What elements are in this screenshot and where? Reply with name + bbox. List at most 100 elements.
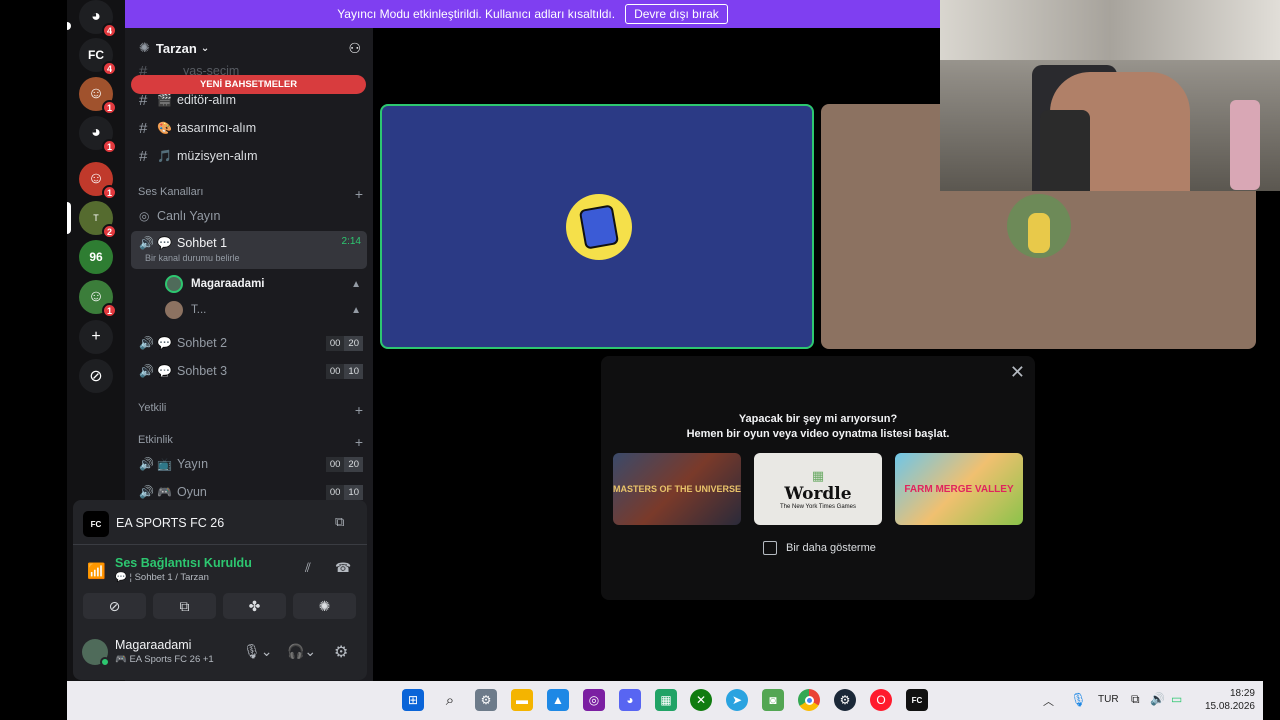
new-mentions-pill[interactable]: YENİ BAHSETMELER: [131, 75, 366, 94]
volume-icon[interactable]: 🔊: [1150, 692, 1165, 706]
avatar[interactable]: [82, 639, 110, 667]
chrome-app[interactable]: [798, 689, 820, 711]
discord-app[interactable]: ◕: [619, 689, 641, 711]
channel-sohbet-1[interactable]: 🔊 💬 Sohbet 1 Bir kanal durumu belirle 2:…: [131, 231, 367, 269]
unread-pill: [67, 22, 71, 30]
avatar: [165, 301, 183, 319]
android-icon: ◙: [769, 693, 777, 707]
steam-app[interactable]: ⚙: [834, 689, 856, 711]
app-icon[interactable]: ◎: [583, 689, 605, 711]
disconnect-icon[interactable]: ☎: [335, 560, 351, 576]
screen-share-icon: ⧉: [179, 597, 190, 614]
category-voice[interactable]: Ses Kanalları +: [138, 186, 363, 202]
language-indicator[interactable]: TUR: [1098, 694, 1119, 705]
server-icon-discord-2[interactable]: ◕ 1: [79, 116, 117, 154]
category-label: Ses Kanalları: [138, 186, 204, 198]
game-card-wordle[interactable]: ▦ Wordle The New York Times Games: [754, 453, 882, 525]
activity-suggestion-popup: ✕ Yapacak bir şey mi arıyorsun? Hemen bi…: [601, 356, 1035, 600]
game-card-masters[interactable]: MASTERS OF THE UNIVERSE: [613, 453, 741, 525]
user-limit-badge: 00 10: [325, 484, 363, 500]
popup-line-1: Yapacak bir şey mi arıyorsun?: [738, 413, 898, 425]
headphones-icon[interactable]: 🎧⌄: [287, 643, 316, 660]
channel-musician[interactable]: # 🎵 müzisyen-alım: [131, 143, 367, 169]
network-icon[interactable]: ⧉: [1131, 692, 1140, 707]
voice-member[interactable]: Magaraadami ▲: [131, 271, 367, 297]
excel-app[interactable]: ▦: [655, 689, 677, 711]
server-icon-avatar-1[interactable]: ☺ 1: [79, 77, 117, 115]
server-icon-fc[interactable]: FC 4: [79, 38, 117, 76]
channel-yayin[interactable]: 🔊 📺 Yayın 00 20: [131, 451, 367, 477]
tray-chevron-icon[interactable]: ︿: [1043, 693, 1054, 709]
invite-icon[interactable]: ⚇: [348, 40, 361, 57]
soundboard-button[interactable]: ✺: [293, 593, 356, 619]
microphone-icon[interactable]: 🎙⌄: [243, 643, 273, 660]
category-label: Yetkili: [138, 402, 167, 414]
checkbox[interactable]: [763, 541, 777, 555]
dont-show-again[interactable]: Bir daha gösterme: [763, 541, 876, 555]
discover-button[interactable]: ⊘: [79, 359, 113, 393]
start-button[interactable]: ⊞: [402, 689, 424, 711]
settings-gear-icon[interactable]: ⚙: [334, 642, 348, 662]
tarzan-icon: T: [93, 213, 99, 223]
clock[interactable]: 18:29 15.08.2026: [1195, 687, 1255, 713]
add-channel-icon[interactable]: +: [355, 434, 363, 450]
cursor-hand-icon: ☝: [160, 364, 169, 380]
participant-tile-speaking[interactable]: [380, 104, 814, 349]
fc-app[interactable]: FC: [906, 689, 928, 711]
disable-streamer-mode-button[interactable]: Devre dışı bırak: [625, 4, 728, 24]
activities-button[interactable]: ✤: [223, 593, 286, 619]
add-channel-icon[interactable]: +: [355, 402, 363, 418]
discord-icon: ◕: [91, 124, 101, 141]
online-status-dot: [100, 657, 110, 667]
sheet-icon: ▦: [660, 693, 672, 707]
xbox-app[interactable]: ✕: [690, 689, 712, 711]
stage-icon: ◎: [139, 209, 150, 223]
telegram-app[interactable]: ➤: [726, 689, 748, 711]
camera-off-icon: ⊘: [108, 597, 121, 614]
search-button[interactable]: ⌕: [439, 689, 461, 711]
battery-icon[interactable]: ▭: [1171, 692, 1182, 706]
app-glyph-icon: ◎: [588, 693, 600, 707]
channel-designer[interactable]: # 🎨 tasarımcı-alım: [131, 115, 367, 141]
server-badge: 4: [102, 61, 117, 76]
user-limit-badge: 00 10: [325, 363, 363, 379]
server-icon-tarzan[interactable]: T 2: [79, 201, 117, 239]
gear-icon: ⚙: [480, 693, 492, 707]
server-icon-avatar-3[interactable]: ☺ 1: [79, 280, 117, 318]
streaming-icon: ▲: [351, 304, 361, 316]
settings-app[interactable]: ⚙: [475, 689, 497, 711]
gamepad-icon: 🎮: [157, 485, 172, 499]
chrome-icon: [804, 695, 814, 705]
camera-button[interactable]: ⊘: [83, 593, 146, 619]
voice-status-subtitle[interactable]: 💬 ¦ Sohbet 1 / Tarzan: [115, 572, 209, 583]
close-icon[interactable]: ✕: [1010, 362, 1025, 383]
game-card-farm[interactable]: FARM MERGE VALLEY: [895, 453, 1023, 525]
android-app[interactable]: ◙: [762, 689, 784, 711]
hash-icon: #: [139, 119, 148, 137]
add-server-button[interactable]: +: [79, 320, 113, 354]
server-icon-96[interactable]: 96: [79, 240, 113, 274]
photos-app[interactable]: ▲: [547, 689, 569, 711]
screen-share-icon[interactable]: ⧉: [335, 514, 344, 530]
voice-member[interactable]: T... ▲: [131, 297, 367, 323]
user-status[interactable]: 🎮 EA Sports FC 26 +1: [115, 654, 214, 665]
opera-icon: O: [876, 693, 886, 707]
voice-timer: 2:14: [341, 236, 361, 247]
channel-sohbet-2[interactable]: 🔊 💬 Sohbet 2 00 20: [131, 330, 367, 356]
explorer-app[interactable]: ▬: [511, 689, 533, 711]
server-icon-discord[interactable]: ◕ 4: [79, 0, 117, 38]
user-name[interactable]: Magaraadami: [115, 638, 191, 652]
channel-status[interactable]: Bir kanal durumu belirle: [145, 253, 240, 263]
noise-suppression-icon[interactable]: ⫽: [305, 560, 311, 576]
category-yetkili[interactable]: Yetkili +: [138, 402, 363, 418]
voice-status-title[interactable]: Ses Bağlantısı Kuruldu: [115, 556, 252, 570]
category-etkinlik[interactable]: Etkinlik +: [138, 434, 363, 450]
96-icon: 96: [89, 250, 103, 264]
chat-bubble-icon: 💬: [157, 236, 172, 250]
microphone-tray-icon[interactable]: 🎙: [1070, 692, 1087, 708]
opera-app[interactable]: O: [870, 689, 892, 711]
add-channel-icon[interactable]: +: [355, 186, 363, 202]
channel-stage[interactable]: ◎ Canlı Yayın: [131, 203, 367, 229]
share-screen-button[interactable]: ⧉: [153, 593, 216, 619]
server-icon-avatar-2[interactable]: ☺ 1: [79, 162, 117, 200]
